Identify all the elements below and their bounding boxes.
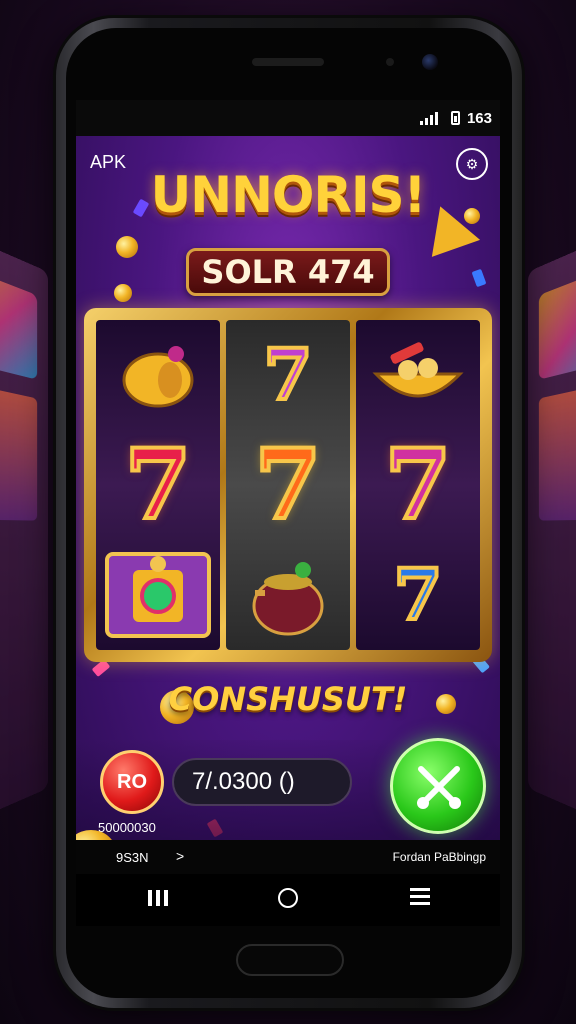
front-camera [422,54,438,70]
background-arcade-left [0,224,49,836]
seven-symbol: 7 [253,428,324,541]
status-time: 163 [466,110,492,127]
menu-icon[interactable] [410,888,430,909]
game-screen: 163 APK ⚙ UNNORIS! SOLR 474 7 7 7 7 7 CO… [76,100,500,926]
reel-middle: 7 7 [226,320,350,650]
proximity-sensor [386,58,394,66]
spin-button[interactable] [390,738,486,834]
spin-icon [417,766,461,809]
info-left-text: 9S3N [116,850,149,865]
reel-left: 7 [96,320,220,650]
seven-symbol: 7 [123,428,194,541]
bet-amount-label: 50000030 [98,820,156,835]
bowl-icon [356,320,480,430]
slot-reels: 7 7 7 7 7 [96,320,480,650]
seven-symbol: 7 [262,333,315,416]
home-icon[interactable] [278,888,298,908]
info-bar: 9S3N > Fordan PaBbingp [76,840,500,874]
confetti [471,268,487,288]
background-arcade-right [527,224,576,836]
info-right-text: Fordan PaBbingp [392,850,486,864]
reel-right: 7 7 [356,320,480,650]
system-nav-bar [76,874,500,926]
status-bar: 163 [76,100,500,136]
seven-symbol: 7 [383,428,454,541]
coin-decoration [116,236,138,258]
recent-apps-icon[interactable] [148,890,168,906]
score-plate: SOLR 474 [186,248,390,296]
chevron-right-icon[interactable]: > [176,848,184,864]
physical-home-button[interactable] [236,944,344,976]
seven-symbol: 7 [392,553,445,636]
signal-icon [420,112,438,125]
treasure-chest-icon [96,540,220,650]
coin-decoration [114,284,132,302]
balance-display: 7/.0300 () [172,758,352,806]
earpiece-speaker [252,58,324,66]
coin-bag-icon [96,320,220,430]
bet-button[interactable]: RO [100,750,164,814]
banner-text: CONSHUSUT! [168,680,408,718]
battery-icon [451,111,460,125]
pot-icon [226,540,350,650]
